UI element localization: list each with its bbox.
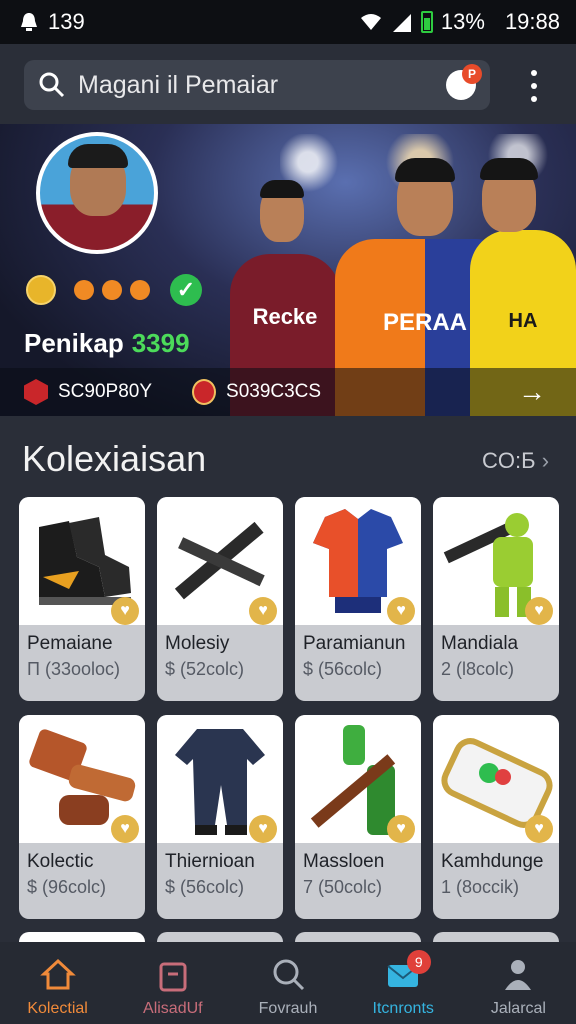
badge-dot-icon xyxy=(102,280,122,300)
achievement-badges: ✓ xyxy=(26,274,202,306)
tab-collection[interactable]: Kolectial xyxy=(0,942,115,1024)
item-name: Massloen xyxy=(303,851,385,872)
user-icon xyxy=(505,960,532,990)
collection-card[interactable]: ♥ Kamhdunge 1 (8occik) xyxy=(433,715,559,919)
item-price: 1 (8occik) xyxy=(441,877,520,897)
bottom-navigation: Kolectial AlisadUf Fovrauh 9 Itcnronts J… xyxy=(0,942,576,1024)
more-menu-button[interactable] xyxy=(522,70,546,102)
status-bar: 139 13% 19:88 xyxy=(0,0,576,44)
medal-icon xyxy=(192,379,217,405)
item-price: $ (56colc) xyxy=(165,877,245,897)
favorite-heart-icon[interactable]: ♥ xyxy=(111,815,139,843)
tab-label: Kolectial xyxy=(27,1000,88,1017)
user-name-row: Penikap 3399 xyxy=(24,328,190,359)
player-shirt-text-1: Recke xyxy=(252,304,318,329)
item-price: 2 (l8colc) xyxy=(441,659,515,679)
user-avatar[interactable] xyxy=(36,132,158,254)
favorite-heart-icon[interactable]: ♥ xyxy=(249,815,277,843)
item-price: $ (96colc) xyxy=(27,877,107,897)
favorite-heart-icon[interactable]: ♥ xyxy=(111,597,139,625)
tab-label: Jalarcal xyxy=(490,1000,546,1017)
collection-card[interactable]: ♥ Thiernioan $ (56colc) xyxy=(157,715,283,919)
verified-check-icon: ✓ xyxy=(170,274,202,306)
collection-card[interactable]: ♥ Paramianun $ (56colc) xyxy=(295,497,421,701)
tab-label: Itcnronts xyxy=(372,1000,434,1017)
item-price: $ (52colc) xyxy=(165,659,245,679)
collection-card[interactable]: ♥ Massloen 7 (50colc) xyxy=(295,715,421,919)
profile-stats-bar[interactable]: SC90P80Y S039C3CS → xyxy=(0,368,576,416)
tab-marketplace[interactable]: AlisadUf xyxy=(115,942,230,1024)
stat-value: SC90P80Y xyxy=(58,381,153,402)
item-name: Thiernioan xyxy=(165,851,255,872)
battery-level: 13% xyxy=(440,9,485,34)
item-price: $ (56colc) xyxy=(303,659,383,679)
bag-icon xyxy=(159,962,187,992)
user-name: Penikap xyxy=(24,328,124,358)
favorite-heart-icon[interactable]: ♥ xyxy=(387,597,415,625)
notification-badge: 9 xyxy=(406,950,431,974)
search-input[interactable]: Magani il Pemaiar xyxy=(78,71,446,100)
shield-icon xyxy=(24,379,48,405)
favorite-heart-icon[interactable]: ♥ xyxy=(387,815,415,843)
clock: 19:88 xyxy=(504,9,560,34)
stat-value: S039C3CS xyxy=(226,381,322,402)
tab-label: Fovrauh xyxy=(258,1000,318,1017)
player-shirt-text-3: HA xyxy=(508,310,538,332)
stat-item: SC90P80Y xyxy=(24,379,152,405)
collection-card[interactable]: ♥ Kolectic $ (96colc) xyxy=(19,715,145,919)
item-name: Molesiy xyxy=(165,633,230,654)
favorite-heart-icon[interactable]: ♥ xyxy=(249,597,277,625)
tab-profile[interactable]: Jalarcal xyxy=(461,942,576,1024)
wifi-icon xyxy=(360,14,381,30)
item-name: Pemaiane xyxy=(27,633,113,654)
item-name: Kamhdunge xyxy=(441,851,544,872)
badge-dot-icon xyxy=(74,280,94,300)
coin-icon xyxy=(26,275,56,305)
tab-messages[interactable]: 9 Itcnronts xyxy=(346,942,461,1024)
item-name: Paramianun xyxy=(303,633,406,654)
badge-dot-icon xyxy=(130,280,150,300)
search-icon xyxy=(39,72,65,98)
tab-search[interactable]: Fovrauh xyxy=(230,942,345,1024)
search-icon xyxy=(273,959,305,991)
see-all-link[interactable]: CO:Б › xyxy=(482,448,549,474)
favorite-heart-icon[interactable]: ♥ xyxy=(525,597,553,625)
search-bar[interactable]: Magani il Pemaiar P xyxy=(24,60,490,110)
arrow-right-icon[interactable]: → xyxy=(518,376,546,408)
collection-card[interactable]: ♥ Pemaiane Π (33ooloc) xyxy=(19,497,145,701)
chevron-right-icon: › xyxy=(541,448,550,473)
profile-badge: P xyxy=(462,64,482,84)
notification-count: 139 xyxy=(48,9,85,34)
notification-icon xyxy=(21,13,37,31)
stat-item: S039C3CS xyxy=(192,379,321,405)
item-price: Π (33ooloc) xyxy=(27,659,121,679)
profile-shortcut-button[interactable]: P xyxy=(446,64,482,100)
user-points: 3399 xyxy=(131,328,190,358)
signal-icon xyxy=(392,14,411,32)
item-name: Mandiala xyxy=(441,633,519,654)
collection-card[interactable]: ♥ Molesiy $ (52colc) xyxy=(157,497,283,701)
collection-card[interactable]: ♥ Mandiala 2 (l8colc) xyxy=(433,497,559,701)
favorite-heart-icon[interactable]: ♥ xyxy=(525,815,553,843)
home-icon xyxy=(39,958,76,990)
item-price: 7 (50colc) xyxy=(303,877,383,897)
profile-hero: Recke PERAA HA ✓ Penikap 3399 SC90P80Y S0… xyxy=(0,124,576,416)
battery-icon xyxy=(420,11,433,33)
item-name: Kolectic xyxy=(27,851,94,872)
tab-label: AlisadUf xyxy=(143,1000,203,1017)
section-title: Kolexiaisan xyxy=(22,438,207,479)
